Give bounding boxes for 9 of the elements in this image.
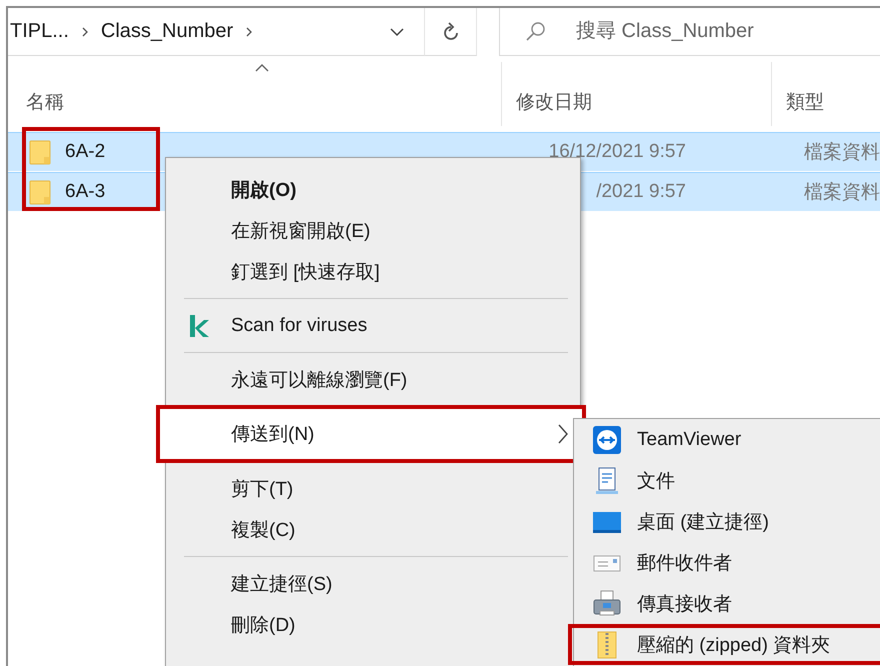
file-type: 檔案資料: [804, 140, 880, 165]
file-name: 6A-2: [65, 141, 106, 163]
file-name: 6A-3: [65, 181, 106, 203]
file-type: 檔案資料: [804, 180, 880, 205]
modified-date: 16/12/2021 9:57: [548, 141, 686, 163]
column-label: 名稱: [26, 91, 64, 115]
modified-date: /2021 9:57: [595, 181, 686, 203]
column-label: 修改日期: [516, 91, 592, 115]
column-label: 類型: [786, 91, 824, 115]
